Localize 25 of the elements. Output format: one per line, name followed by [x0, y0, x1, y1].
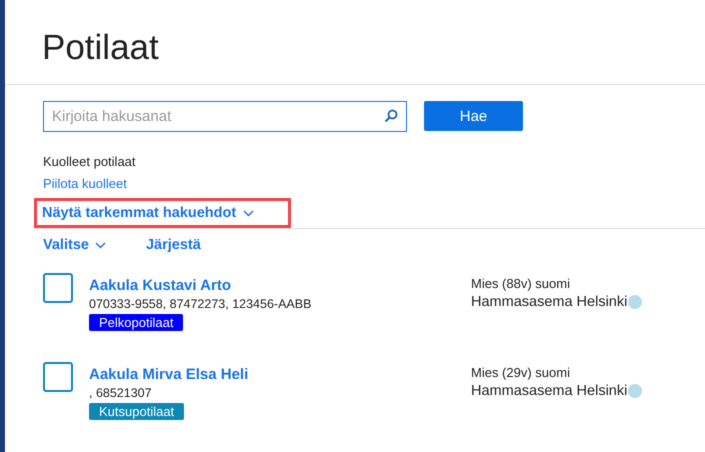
sort-link[interactable]: Järjestä	[146, 237, 201, 253]
hide-deceased-link[interactable]: Piilota kuolleet	[43, 176, 127, 191]
caret-icon	[94, 242, 106, 248]
patient-name-link[interactable]: Aakula Mirva Elsa Heli	[89, 366, 471, 383]
advanced-search-link[interactable]: Näytä tarkemmat hakuehdot	[42, 205, 254, 221]
checkbox[interactable]	[43, 273, 73, 303]
clinic-name: Hammasasema Helsinki	[471, 294, 628, 310]
search-field[interactable]: Kirjoita hakusanat	[43, 101, 407, 132]
status-dot-icon	[628, 295, 642, 309]
group-tag: Kutsupotilaat	[89, 403, 184, 420]
status-dot-icon	[628, 384, 642, 398]
search-icon[interactable]	[384, 109, 398, 123]
group-tag: Pelkopotilaat	[89, 314, 184, 331]
patient-info: Mies (29v) suomi	[471, 365, 571, 380]
page-title: Potilaat	[42, 27, 160, 69]
checkbox[interactable]	[43, 362, 73, 392]
patient-ids: 070333-9558, 87472273, 123456-AABB	[89, 297, 312, 311]
caret-icon	[243, 210, 254, 216]
select-dropdown[interactable]: Valitse	[43, 237, 106, 253]
patient-ids: , 68521307	[89, 386, 153, 400]
deceased-label: Kuolleet potilaat	[43, 154, 137, 170]
clinic-name: Hammasasema Helsinki	[471, 383, 628, 399]
patient-info: Mies (88v) suomi	[471, 276, 571, 291]
search-button[interactable]: Hae	[424, 101, 523, 131]
patient-name-link[interactable]: Aakula Kustavi Arto	[89, 277, 471, 294]
